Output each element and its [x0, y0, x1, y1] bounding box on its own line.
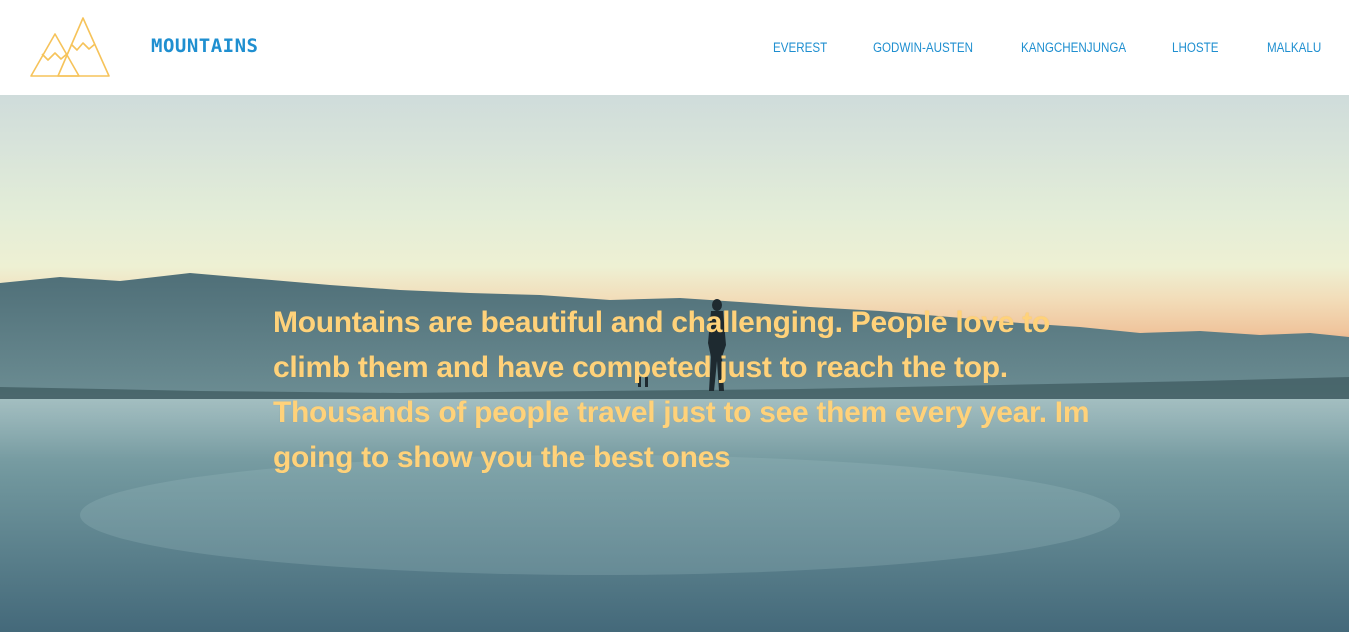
hero-text: Mountains are beautiful and challenging.…	[273, 306, 1090, 474]
nav-link-lhoste[interactable]: LHOSTE	[1172, 40, 1218, 55]
nav-link-kangchenjunga[interactable]: KANGCHENJUNGA	[1021, 40, 1126, 55]
site-header: MOUNTAINS EVEREST GODWIN-AUSTEN KANGCHEN…	[0, 0, 1349, 95]
brand-name[interactable]: MOUNTAINS	[151, 35, 258, 57]
nav-link-godwin-austen[interactable]: GODWIN-AUSTEN	[873, 40, 973, 55]
nav-link-malkalu[interactable]: MALKALU	[1267, 40, 1321, 55]
mountains-logo-icon[interactable]	[28, 16, 112, 80]
nav-link-everest[interactable]: EVEREST	[773, 40, 827, 55]
hero-section: Mountains are beautiful and challenging.…	[0, 95, 1349, 632]
page: MOUNTAINS EVEREST GODWIN-AUSTEN KANGCHEN…	[0, 0, 1349, 632]
